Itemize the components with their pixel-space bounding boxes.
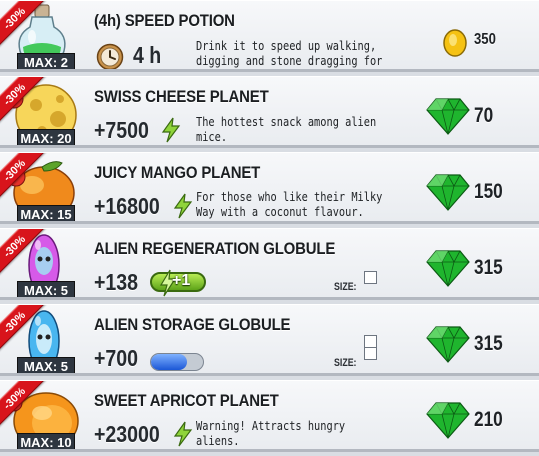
item-description: Drink it to speed up walking, digging an… <box>196 39 383 68</box>
energy-value: +23000 <box>94 421 160 447</box>
size-cell <box>364 271 377 284</box>
price-value: 150 <box>474 180 503 203</box>
size-label: SIZE: <box>334 281 357 293</box>
item-description: The hottest snack among alien mice. <box>196 115 377 144</box>
item-title: ALIEN STORAGE GLOBULE <box>94 315 291 334</box>
item-title: SWEET APRICOT PLANET <box>94 391 279 410</box>
storage-bar-fill <box>151 354 188 370</box>
price-value: 350 <box>474 31 496 48</box>
item-title: JUICY MANGO PLANET <box>94 163 261 182</box>
max-quantity-badge: MAX: 5 <box>17 281 75 297</box>
item-title: (4h) SPEED POTION <box>94 11 235 30</box>
storage-bar <box>150 353 204 371</box>
gem-icon <box>426 98 470 135</box>
shop-row-alien-storage-globule[interactable]: -30% MAX: 5 ALIEN STORAGE GLOBULE +700 S… <box>0 304 539 376</box>
energy-bolt-icon <box>173 193 193 219</box>
regeneration-value: +1 <box>172 272 191 289</box>
max-quantity-badge: MAX: 5 <box>17 357 75 373</box>
item-title: ALIEN REGENERATION GLOBULE <box>94 239 336 258</box>
duration-value: 4 h <box>133 42 162 68</box>
gem-icon <box>426 402 470 439</box>
price-value: 70 <box>474 104 494 127</box>
gem-icon <box>426 250 470 287</box>
energy-value: +16800 <box>94 193 160 219</box>
price-value: 315 <box>474 332 503 355</box>
size-label: SIZE: <box>334 357 357 369</box>
item-description: For those who like their Milky Way with … <box>196 190 383 219</box>
energy-bolt-icon <box>161 117 181 143</box>
max-quantity-badge: MAX: 10 <box>17 433 75 449</box>
price-value: 315 <box>474 256 503 279</box>
shop-row-swiss-cheese-planet[interactable]: -30% MAX: 20 SWISS CHEESE PLANET +7500 T… <box>0 76 539 148</box>
energy-bolt-icon <box>173 421 193 447</box>
max-quantity-badge: MAX: 2 <box>17 53 75 69</box>
price-value: 210 <box>474 408 503 431</box>
gem-icon <box>426 174 470 211</box>
regeneration-badge: +1 <box>150 269 206 297</box>
item-description: Warning! Attracts hungry aliens. <box>196 419 346 448</box>
shop-item-list: -30% MAX: 2 (4h) SPEED POTION 4 h Drink … <box>0 0 539 456</box>
clock-icon <box>96 43 124 69</box>
energy-value: +7500 <box>94 117 149 143</box>
item-title: SWISS CHEESE PLANET <box>94 87 269 106</box>
shop-row-sweet-apricot-planet[interactable]: -30% MAX: 10 SWEET APRICOT PLANET +23000… <box>0 380 539 452</box>
energy-value: +700 <box>94 345 139 371</box>
size-cell <box>364 347 377 360</box>
coin-icon <box>443 29 467 57</box>
gem-icon <box>426 326 470 363</box>
energy-value: +138 <box>94 269 139 295</box>
max-quantity-badge: MAX: 15 <box>17 205 75 221</box>
shop-row-juicy-mango-planet[interactable]: -30% MAX: 15 JUICY MANGO PLANET +16800 F… <box>0 152 539 224</box>
max-quantity-badge: MAX: 20 <box>17 129 75 145</box>
shop-row-alien-regeneration-globule[interactable]: -30% MAX: 5 ALIEN REGENERATION GLOBULE +… <box>0 228 539 300</box>
shop-row-speed-potion[interactable]: -30% MAX: 2 (4h) SPEED POTION 4 h Drink … <box>0 0 539 72</box>
